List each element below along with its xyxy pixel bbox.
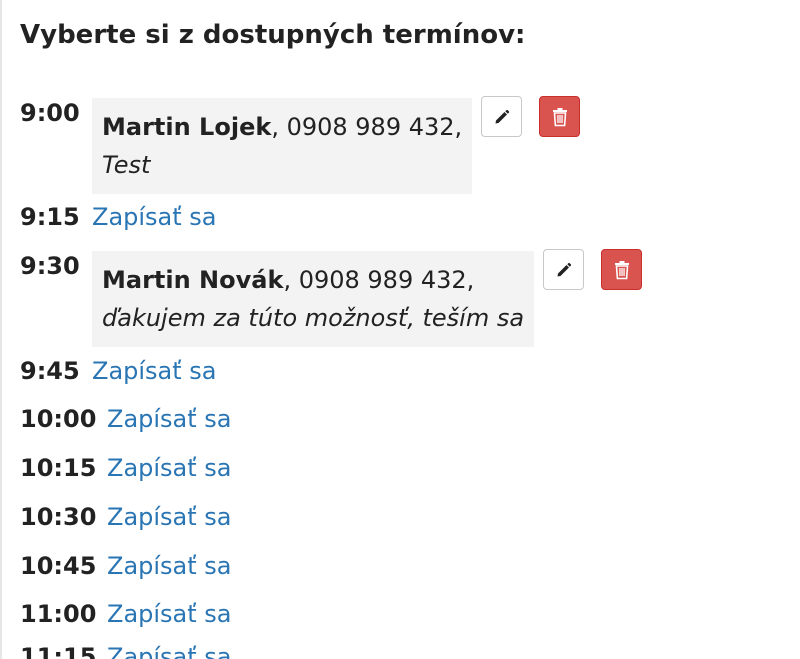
booking-line: Martin Novák, 0908 989 432, [102,261,524,299]
left-border [0,0,2,659]
trash-icon [552,107,567,126]
slot-time: 9:45 [20,357,80,385]
booking-box: Martin Novák, 0908 989 432, ďakujem za t… [92,251,535,347]
slot-row: 10:00 Zapísať sa [20,402,232,436]
slot-time: 9:15 [20,203,80,231]
edit-button[interactable] [543,249,585,290]
slot-row: 10:30 Zapísať sa [20,500,232,534]
slot-row: 9:15 Zapísať sa [20,200,217,234]
signup-link[interactable]: Zapísať sa [92,200,217,234]
slot-row: 11:15 Zapísať sa [20,640,232,659]
booking-phone: , 0908 989 432, [271,113,463,141]
pencil-icon [495,109,509,123]
page-title: Vyberte si z dostupných termínov: [20,20,526,50]
reservation-page: Vyberte si z dostupných termínov: 9:00 M… [0,0,800,659]
signup-link[interactable]: Zapísať sa [107,549,232,583]
signup-link[interactable]: Zapísať sa [107,451,232,485]
booking-note: ďakujem za túto možnosť, teším sa [102,304,525,332]
trash-icon [614,260,629,279]
signup-link[interactable]: Zapísať sa [92,354,217,388]
edit-button[interactable] [481,96,523,137]
slot-time: 11:00 [20,600,97,628]
booking-phone: , 0908 989 432, [283,266,475,294]
signup-link[interactable]: Zapísať sa [107,640,232,659]
signup-link[interactable]: Zapísať sa [107,500,232,534]
delete-button[interactable] [539,96,581,137]
slot-time: 9:30 [20,252,80,280]
slot-row: 10:45 Zapísať sa [20,549,232,583]
slot-row: 11:00 Zapísať sa [20,597,232,631]
slot-row: 9:45 Zapísať sa [20,354,217,388]
signup-link[interactable]: Zapísať sa [107,402,232,436]
slot-time: 10:00 [20,405,97,433]
booking-line: Martin Lojek, 0908 989 432, [102,108,462,146]
booking-name: Martin Novák [102,266,284,294]
slot-time: 10:30 [20,503,97,531]
slot-time: 11:15 [20,643,97,659]
slot-row: 9:00 Martin Lojek, 0908 989 432, Test [20,96,581,194]
booking-box: Martin Lojek, 0908 989 432, Test [92,98,473,194]
slot-row: 10:15 Zapísať sa [20,451,232,485]
signup-link[interactable]: Zapísať sa [107,597,232,631]
booking-note: Test [102,151,151,179]
slot-time: 10:45 [20,552,97,580]
slot-row: 9:30 Martin Novák, 0908 989 432, ďakujem… [20,249,643,347]
slot-time: 10:15 [20,454,97,482]
booking-name: Martin Lojek [102,113,272,141]
pencil-icon [557,262,571,276]
slot-time: 9:00 [20,99,80,127]
delete-button[interactable] [601,249,643,290]
